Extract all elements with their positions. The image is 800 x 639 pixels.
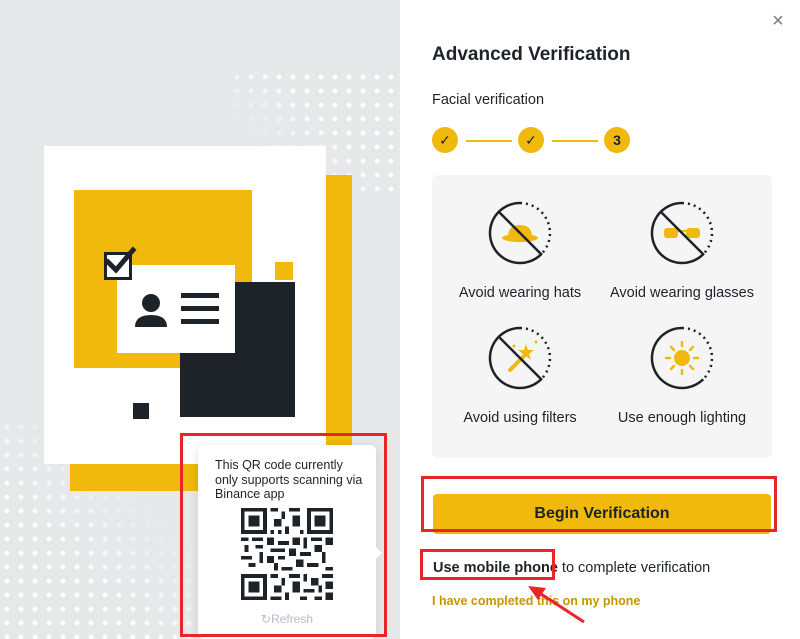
qr-popup: This QR code currently only supports sca… bbox=[198, 445, 382, 639]
check-icon: ✓ bbox=[525, 132, 537, 148]
step-connector bbox=[466, 140, 512, 142]
refresh-label: Refresh bbox=[271, 612, 314, 626]
illustration-small-square bbox=[275, 262, 293, 280]
step-1-complete: ✓ bbox=[432, 127, 458, 153]
no-filter-icon bbox=[488, 326, 552, 390]
no-glasses-icon bbox=[650, 201, 714, 265]
tip-avoid-hats: Avoid wearing hats bbox=[435, 201, 605, 301]
step-2-complete: ✓ bbox=[518, 127, 544, 153]
id-card-icon bbox=[117, 265, 235, 353]
tip-label: Avoid wearing glasses bbox=[609, 285, 754, 301]
tip-avoid-filters: Avoid using filters bbox=[435, 326, 605, 426]
close-button[interactable]: × bbox=[769, 11, 787, 31]
progress-stepper: ✓ ✓ 3 bbox=[432, 127, 632, 153]
tips-panel: Avoid wearing hats Avoid wearing glasses… bbox=[432, 175, 772, 458]
no-hat-icon bbox=[488, 201, 552, 265]
mobile-option-line: Use mobile phone to complete verificatio… bbox=[433, 560, 710, 576]
tip-enough-lighting: Use enough lighting bbox=[597, 326, 767, 426]
refresh-icon: ↻ bbox=[260, 612, 272, 626]
illustration-small-square bbox=[133, 403, 149, 419]
qr-note: This QR code currently only supports sca… bbox=[215, 458, 363, 501]
tip-label: Avoid wearing hats bbox=[458, 285, 582, 301]
checkmark-icon bbox=[104, 246, 137, 274]
use-mobile-phone-link[interactable]: Use mobile phone bbox=[433, 560, 558, 576]
mobile-option-suffix: to complete verification bbox=[557, 560, 711, 576]
tip-label: Avoid using filters bbox=[463, 410, 577, 426]
tip-label: Use enough lighting bbox=[617, 410, 747, 426]
step-number: 3 bbox=[613, 132, 621, 148]
step-3-current: 3 bbox=[604, 127, 630, 153]
completed-on-phone-link[interactable]: I have completed this on my phone bbox=[432, 594, 640, 608]
lighting-icon bbox=[650, 326, 714, 390]
step-connector bbox=[552, 140, 598, 142]
check-icon: ✓ bbox=[439, 132, 451, 148]
dialog-title: Advanced Verification bbox=[432, 44, 631, 65]
qr-code bbox=[241, 508, 333, 600]
refresh-button[interactable]: ↻Refresh bbox=[198, 612, 376, 626]
illustration-panel: This QR code currently only supports sca… bbox=[0, 0, 400, 639]
step-subtitle: Facial verification bbox=[432, 92, 545, 108]
tip-avoid-glasses: Avoid wearing glasses bbox=[597, 201, 767, 301]
begin-verification-button[interactable]: Begin Verification bbox=[433, 494, 771, 534]
